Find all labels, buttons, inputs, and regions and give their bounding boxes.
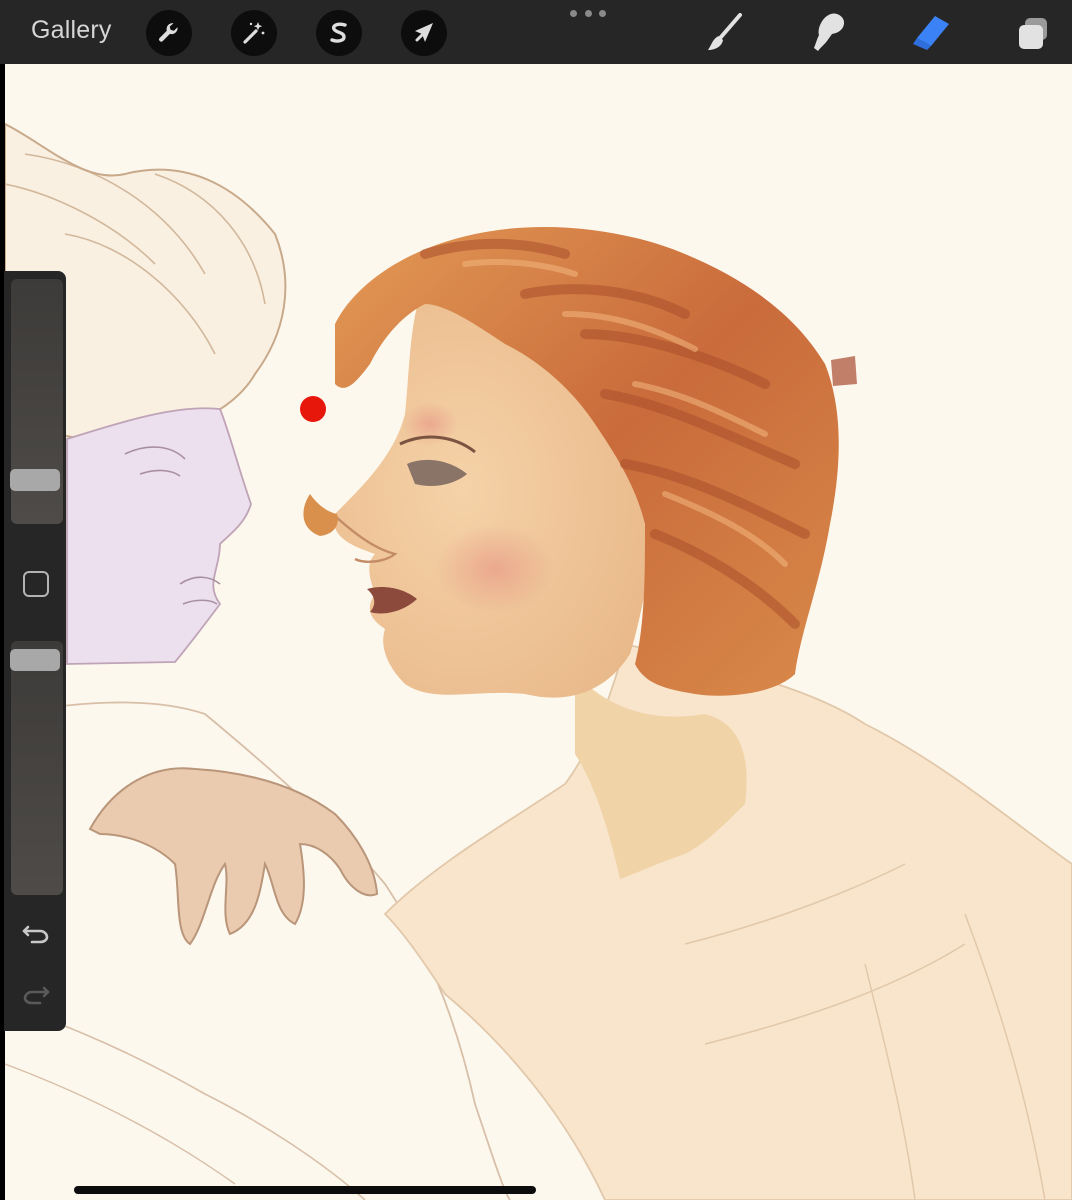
- undo-button[interactable]: [18, 918, 54, 948]
- layers-icon: [1019, 18, 1047, 49]
- wrench-icon: [159, 23, 178, 42]
- arrow-cursor-icon: [415, 23, 433, 42]
- drawing-canvas[interactable]: [5, 64, 1072, 1200]
- top-toolbar: Gallery: [0, 0, 1072, 64]
- more-dots-icon[interactable]: [570, 10, 606, 24]
- adjustments-button[interactable]: [231, 10, 277, 56]
- eraser-icon: [913, 16, 949, 50]
- opacity-thumb[interactable]: [10, 649, 60, 671]
- actions-button[interactable]: [146, 10, 192, 56]
- undo-icon: [22, 925, 49, 944]
- magic-wand-icon: [243, 22, 265, 44]
- brush-size-thumb[interactable]: [10, 469, 60, 491]
- left-sidebar: [4, 271, 66, 1031]
- brush-icon: [708, 13, 742, 50]
- modify-button[interactable]: [23, 571, 49, 597]
- selection-s-icon: [330, 22, 347, 43]
- redo-icon: [23, 986, 50, 1005]
- paint-button[interactable]: [700, 8, 750, 58]
- selection-button[interactable]: [316, 10, 362, 56]
- gallery-button[interactable]: Gallery: [31, 16, 112, 45]
- artwork: [5, 122, 1072, 1200]
- opacity-slider[interactable]: [11, 641, 63, 895]
- redo-button[interactable]: [18, 979, 54, 1009]
- smudge-button[interactable]: [803, 8, 853, 58]
- home-indicator[interactable]: [74, 1186, 536, 1194]
- smudge-icon: [814, 13, 845, 51]
- layers-button[interactable]: [1008, 8, 1058, 58]
- erase-button[interactable]: [906, 8, 956, 58]
- transform-button[interactable]: [401, 10, 447, 56]
